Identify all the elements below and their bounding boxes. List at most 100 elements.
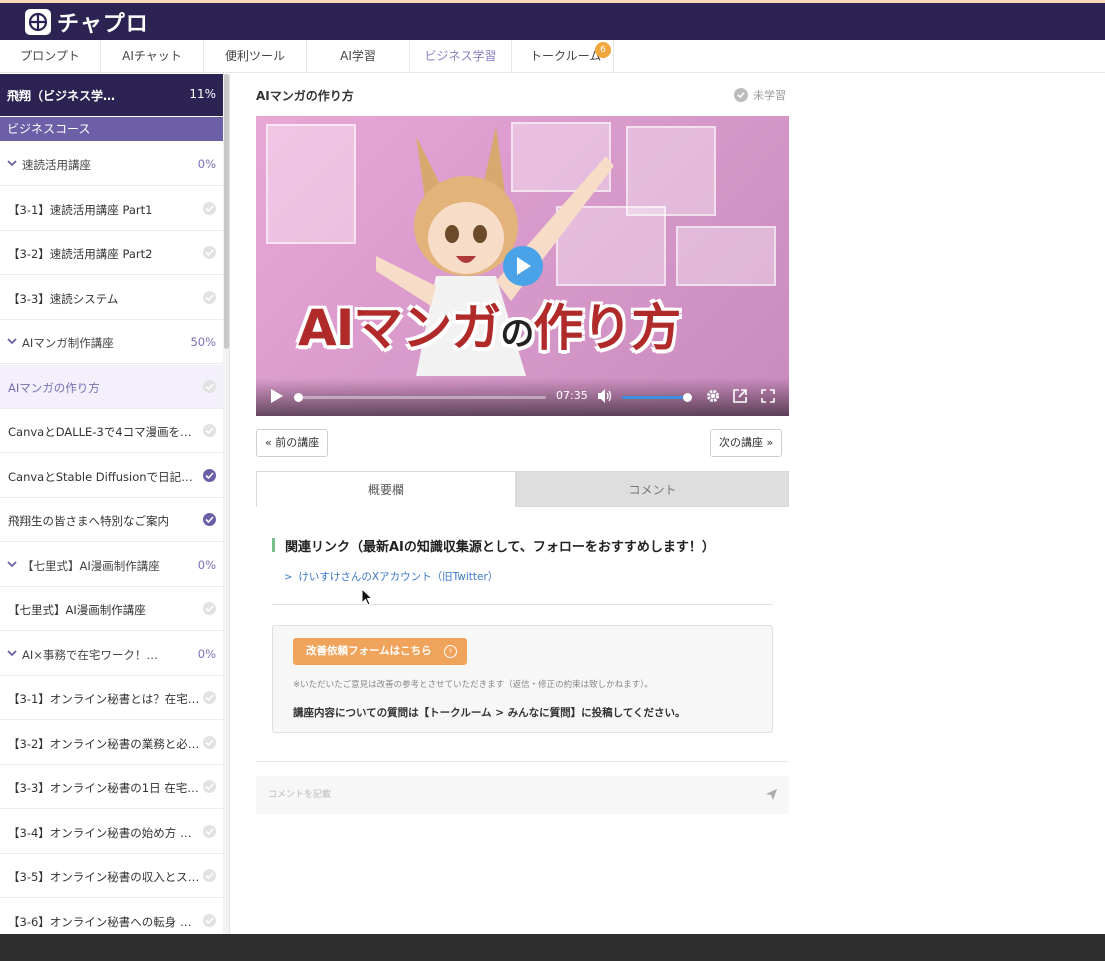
section-progress: 0% — [197, 157, 216, 171]
twitter-link-label: けいすけさんのXアカウント（旧Twitter） — [298, 571, 499, 583]
section-progress: 50% — [190, 335, 216, 349]
nav-tab-prompt[interactable]: プロンプト — [0, 40, 101, 73]
sidebar-lesson[interactable]: 【3-1】速読活用講座 Part1 — [0, 187, 223, 231]
sidebar-row-label: CanvaとDALLE-3で4コマ漫画を作… — [8, 425, 200, 439]
divider — [272, 604, 773, 605]
link-arrow-icon: > — [284, 572, 293, 583]
video-title-no: の — [500, 314, 534, 354]
sidebar-lesson[interactable]: 【3-2】オンライン秘書の業務と必… — [0, 721, 223, 765]
divider — [256, 761, 789, 762]
feedback-form-label: 改善依頼フォームはこちら — [306, 645, 432, 657]
check-circle-icon — [203, 513, 216, 526]
popout-icon[interactable] — [733, 389, 747, 403]
send-icon[interactable] — [766, 789, 777, 800]
video-controls: 07:35 — [256, 378, 789, 416]
sidebar-section[interactable]: 0% AI×事務で在宅ワーク！… — [0, 632, 223, 676]
content-tabs: 概要欄 コメント — [256, 471, 789, 507]
course-subtitle: ビジネスコース — [0, 117, 223, 141]
brand-name: チャプロ — [57, 12, 149, 37]
sidebar-row-label: 【3-3】オンライン秘書の1日 在宅… — [8, 781, 199, 795]
fullscreen-icon[interactable] — [761, 389, 775, 403]
sidebar-lesson[interactable]: 【3-2】速読活用講座 Part2 — [0, 231, 223, 275]
seek-bar[interactable] — [294, 393, 546, 402]
volume-slider[interactable] — [622, 393, 692, 402]
sidebar-row-label: 【3-1】オンライン秘書とは？在宅… — [8, 692, 200, 706]
sidebar-section[interactable]: 0% 速読活用講座 — [0, 142, 223, 186]
nav-tab-tools[interactable]: 便利ツール — [204, 40, 307, 73]
play-icon[interactable] — [271, 389, 283, 403]
seek-knob[interactable] — [294, 393, 303, 402]
chevron-down-icon — [7, 160, 17, 167]
manga-panel — [266, 124, 356, 244]
nav-tab-ai-learning[interactable]: AI学習 — [307, 40, 410, 73]
chevron-down-icon — [7, 649, 17, 656]
lesson-title: AIマンガの作り方 — [256, 89, 354, 103]
video-time: 07:35 — [556, 389, 588, 402]
sidebar-lesson[interactable]: CanvaとDALLE-3で4コマ漫画を作… — [0, 409, 223, 453]
sidebar-row-label: 【3-1】速読活用講座 Part1 — [8, 202, 153, 217]
brand-logo[interactable]: チャプロ — [25, 9, 149, 37]
lesson-status[interactable]: 未学習 — [734, 87, 786, 103]
check-circle-icon — [203, 424, 216, 437]
question-note: 講座内容についての質問は【トークルーム > みんなに質問】に投稿してください。 — [293, 707, 686, 719]
nav-tab-talkroom-label: トークルーム — [530, 49, 602, 63]
sidebar-scrollbar[interactable] — [223, 74, 229, 934]
sidebar-lesson[interactable]: 【3-3】オンライン秘書の1日 在宅… — [0, 765, 223, 809]
settings-gear-icon[interactable] — [706, 389, 720, 403]
chevron-down-icon — [7, 338, 17, 345]
nav-tab-business-learning[interactable]: ビジネス学習 — [410, 40, 512, 73]
check-circle-icon — [734, 88, 748, 102]
sidebar-section[interactable]: 0% 【七里式】AI漫画制作講座 — [0, 543, 223, 587]
mouse-cursor-icon — [361, 588, 373, 606]
video-player[interactable]: AIマンガの作り方 07:35 — [256, 116, 789, 416]
course-title: 飛翔（ビジネス学… — [7, 89, 116, 103]
manga-panel — [676, 226, 776, 286]
comment-input[interactable] — [256, 776, 756, 814]
sidebar-section[interactable]: 50% AIマンガ制作講座 — [0, 320, 223, 364]
tab-comments[interactable]: コメント — [516, 471, 789, 507]
course-header[interactable]: 飛翔（ビジネス学… 11% — [0, 74, 223, 116]
sidebar-lesson[interactable]: 飛翔生の皆さまへ特別なご案内 — [0, 498, 223, 542]
comment-box — [256, 776, 789, 814]
check-circle-icon — [203, 691, 216, 704]
sidebar-lesson[interactable]: 【七里式】AI漫画制作講座 — [0, 587, 223, 631]
check-circle-icon — [203, 735, 216, 749]
nav-tab-ai-chat[interactable]: AIチャット — [101, 40, 204, 73]
check-circle-icon — [203, 869, 216, 882]
sidebar-lesson[interactable]: AIマンガの作り方 — [0, 364, 223, 409]
logo-icon — [25, 9, 51, 35]
check-circle-icon — [203, 913, 216, 927]
section-marker — [272, 538, 275, 552]
check-circle-icon — [203, 824, 216, 838]
sidebar-row-label: 【3-6】オンライン秘書への転身 先… — [8, 914, 200, 929]
sidebar-lesson[interactable]: 【3-6】オンライン秘書への転身 先… — [0, 899, 223, 935]
course-sidebar: 飛翔（ビジネス学… 11% ビジネスコース 0% 速読活用講座【3-1】速読活用講… — [0, 74, 230, 934]
twitter-link[interactable]: > けいすけさんのXアカウント（旧Twitter） — [284, 569, 498, 584]
play-icon — [517, 257, 531, 275]
sidebar-lesson[interactable]: CanvaとStable Diffusionで日記マ… — [0, 454, 223, 498]
check-circle-icon — [203, 602, 216, 615]
check-circle-icon — [203, 379, 216, 393]
video-thumbnail-title: AIマンガの作り方 — [298, 288, 681, 360]
check-circle-icon — [203, 780, 216, 793]
sidebar-lesson[interactable]: 【3-1】オンライン秘書とは？在宅… — [0, 676, 223, 720]
big-play-button[interactable] — [503, 246, 543, 286]
volume-icon[interactable] — [598, 389, 613, 403]
nav-tab-talkroom[interactable]: トークルーム 6 — [512, 40, 614, 73]
tab-overview[interactable]: 概要欄 — [256, 471, 516, 507]
scrollbar-thumb[interactable] — [224, 74, 229, 349]
feedback-form-button[interactable]: 改善依頼フォームはこちら › — [293, 638, 467, 665]
sidebar-lesson[interactable]: 【3-3】速読システム — [0, 276, 223, 320]
footer-bar — [0, 934, 1105, 961]
prev-lesson-button[interactable]: « 前の講座 — [256, 429, 329, 457]
chevron-down-icon — [7, 560, 17, 567]
sidebar-lesson[interactable]: 【3-5】オンライン秘書の収入とス… — [0, 854, 223, 898]
next-lesson-button[interactable]: 次の講座 » — [710, 429, 783, 457]
volume-knob[interactable] — [683, 393, 692, 402]
lesson-status-label: 未学習 — [753, 89, 786, 102]
video-title-main: AIマンガ — [298, 299, 501, 357]
related-links-heading: 関連リンク（最新AIの知識収集源として、フォローをおすすめします！） — [285, 540, 715, 555]
video-title-tail: 作り方 — [533, 299, 681, 357]
sidebar-lesson[interactable]: 【3-4】オンライン秘書の始め方 準… — [0, 810, 223, 854]
section-progress: 0% — [197, 557, 216, 572]
